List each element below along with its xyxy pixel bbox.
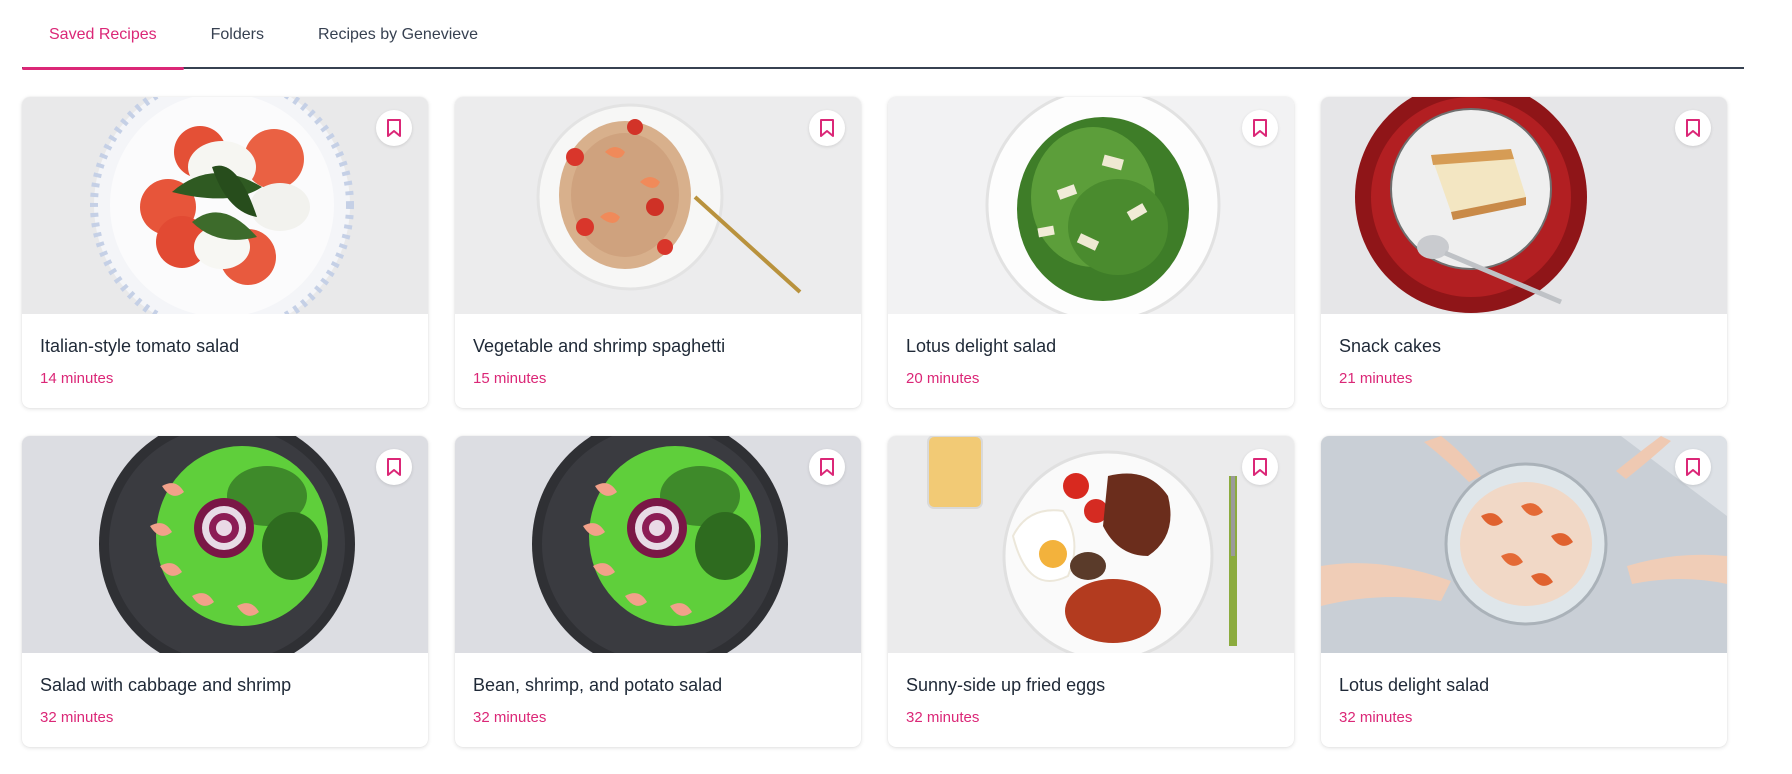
tab-folders[interactable]: Folders: [184, 1, 291, 68]
recipe-card[interactable]: Lotus delight salad 20 minutes: [888, 97, 1294, 408]
tab-saved-recipes[interactable]: Saved Recipes: [22, 1, 184, 70]
recipe-card[interactable]: Snack cakes 21 minutes: [1321, 97, 1727, 408]
bookmark-icon: [387, 458, 401, 476]
bookmark-icon: [820, 119, 834, 137]
recipe-title: Lotus delight salad: [906, 336, 1057, 356]
recipe-time: 21 minutes: [1339, 370, 1413, 387]
bookmark-icon: [387, 119, 401, 137]
bookmark-button[interactable]: [809, 449, 845, 485]
recipe-title: Snack cakes: [1339, 336, 1442, 356]
recipe-time: 32 minutes: [906, 709, 980, 726]
recipe-image: [455, 436, 861, 653]
recipe-image: [888, 436, 1294, 653]
recipe-card[interactable]: Salad with cabbage and shrimp 32 minutes: [22, 436, 428, 747]
bookmark-button[interactable]: [376, 449, 412, 485]
recipe-image: [22, 436, 428, 653]
recipe-time: 32 minutes: [1339, 709, 1413, 726]
recipe-card[interactable]: Lotus delight salad 32 minutes: [1321, 436, 1727, 747]
bookmark-icon: [1253, 458, 1267, 476]
recipe-image: [455, 97, 861, 314]
recipe-title: Italian-style tomato salad: [40, 336, 240, 356]
recipe-card[interactable]: Italian-style tomato salad 14 minutes: [22, 97, 428, 408]
recipe-time: 32 minutes: [473, 709, 547, 726]
recipe-image: [22, 97, 428, 314]
bookmark-button[interactable]: [376, 110, 412, 146]
bookmark-button[interactable]: [1242, 110, 1278, 146]
recipe-image: [1321, 436, 1727, 653]
bookmark-icon: [1686, 119, 1700, 137]
tab-recipes-by-genevieve[interactable]: Recipes by Genevieve: [291, 1, 505, 68]
bookmark-button[interactable]: [809, 110, 845, 146]
recipe-image: [888, 97, 1294, 314]
bookmark-button[interactable]: [1675, 110, 1711, 146]
recipe-image: [1321, 97, 1727, 314]
recipe-time: 15 minutes: [473, 370, 547, 387]
saved-recipes-page: Saved Recipes Folders Recipes by Genevie…: [22, 0, 1744, 747]
recipe-title: Bean, shrimp, and potato salad: [473, 675, 723, 695]
recipe-grid: Italian-style tomato salad 14 minutes Ve…: [22, 97, 1727, 747]
bookmark-icon: [820, 458, 834, 476]
recipe-title: Lotus delight salad: [1339, 675, 1490, 695]
recipe-title: Salad with cabbage and shrimp: [40, 675, 292, 695]
recipe-card[interactable]: Sunny-side up fried eggs 32 minutes: [888, 436, 1294, 747]
recipe-time: 14 minutes: [40, 370, 114, 387]
recipe-title: Vegetable and shrimp spaghetti: [473, 336, 726, 356]
bookmark-icon: [1253, 119, 1267, 137]
tab-bar: Saved Recipes Folders Recipes by Genevie…: [22, 0, 1744, 70]
recipe-card[interactable]: Vegetable and shrimp spaghetti 15 minute…: [455, 97, 861, 408]
recipe-card[interactable]: Bean, shrimp, and potato salad 32 minute…: [455, 436, 861, 747]
recipe-title: Sunny-side up fried eggs: [906, 675, 1106, 695]
recipe-time: 20 minutes: [906, 370, 980, 387]
recipe-time: 32 minutes: [40, 709, 114, 726]
bookmark-icon: [1686, 458, 1700, 476]
bookmark-button[interactable]: [1675, 449, 1711, 485]
bookmark-button[interactable]: [1242, 449, 1278, 485]
